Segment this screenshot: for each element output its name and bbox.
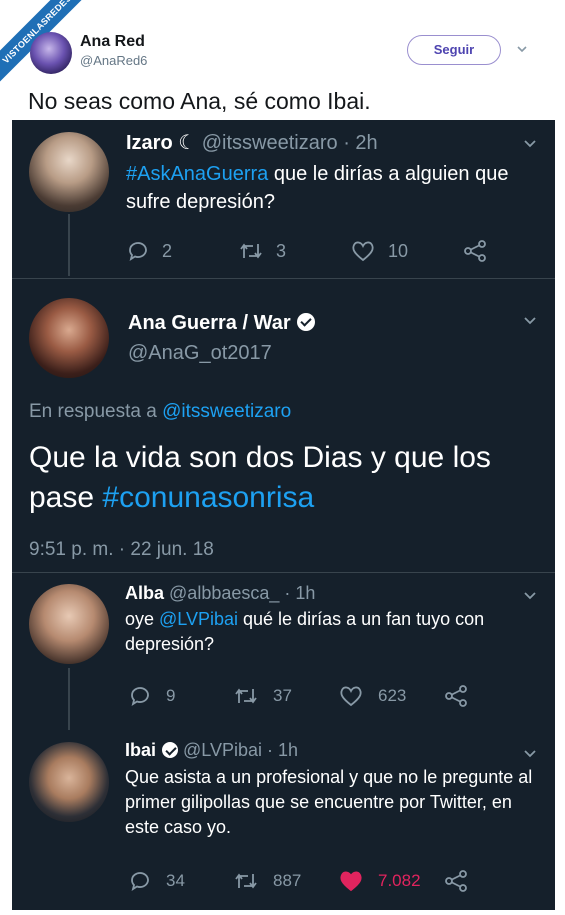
retweet-icon bbox=[235, 688, 257, 704]
timestamp[interactable]: 9:51 p. m. · 22 jun. 18 bbox=[29, 537, 214, 564]
author-handle: @itssweetizaro · 2h bbox=[201, 132, 378, 154]
author-handle: @LVPibai · 1h bbox=[183, 740, 299, 760]
thread-line bbox=[68, 668, 70, 730]
author-name: Ibai bbox=[125, 740, 157, 760]
share-button[interactable] bbox=[462, 238, 488, 264]
avatar[interactable] bbox=[29, 742, 109, 822]
reply-icon bbox=[131, 872, 149, 891]
retweet-count: 3 bbox=[276, 240, 287, 261]
chevron-down-icon[interactable] bbox=[515, 42, 529, 56]
author-name-text: Ana Guerra / War bbox=[128, 312, 291, 334]
divider bbox=[12, 278, 555, 279]
tweet-text: #AskAnaGuerra que le dirías a alguien qu… bbox=[126, 160, 526, 216]
heart-filled-icon bbox=[340, 871, 362, 892]
thread-line bbox=[68, 214, 70, 276]
action-bar: 2 3 10 bbox=[126, 238, 488, 264]
heart-icon bbox=[352, 241, 374, 262]
share-button[interactable] bbox=[443, 683, 469, 709]
author-name: Alba bbox=[125, 583, 165, 603]
share-icon bbox=[445, 685, 467, 707]
tweet-author[interactable]: Izaro ☾ @itssweetizaro · 2h bbox=[126, 130, 378, 155]
action-bar: 9 37 623 bbox=[128, 683, 469, 709]
like-button[interactable]: 623 bbox=[338, 684, 443, 708]
divider bbox=[12, 572, 555, 573]
heart-icon bbox=[340, 686, 362, 707]
like-button[interactable]: 7.082 bbox=[338, 869, 443, 893]
reply-count: 9 bbox=[166, 686, 176, 705]
retweet-button[interactable]: 887 bbox=[233, 869, 338, 893]
author-handle[interactable]: @AnaRed6 bbox=[80, 53, 147, 68]
tweet-text: No seas como Ana, sé como Ibai. bbox=[28, 88, 371, 114]
tweet-text: Que asista a un profesional y que no le … bbox=[125, 767, 533, 838]
tweet-author[interactable]: Ibai @LVPibai · 1h bbox=[125, 740, 298, 761]
chevron-down-icon[interactable] bbox=[522, 136, 538, 152]
reply-button[interactable]: 34 bbox=[128, 869, 233, 893]
chevron-down-icon[interactable] bbox=[522, 746, 538, 762]
mention-link[interactable]: @itssweetizaro bbox=[162, 401, 291, 422]
reply-icon bbox=[131, 687, 149, 706]
verified-badge-icon bbox=[162, 742, 179, 758]
share-icon bbox=[464, 240, 486, 262]
hashtag-link[interactable]: #AskAnaGuerra bbox=[126, 163, 268, 185]
share-button[interactable] bbox=[443, 868, 469, 894]
outer-tweet: VISTOENLASREDES Ana Red @AnaRed6 Seguir … bbox=[0, 0, 565, 915]
mention-link[interactable]: @LVPibai bbox=[159, 609, 238, 629]
like-count: 623 bbox=[378, 686, 407, 705]
share-icon bbox=[445, 870, 467, 892]
author-handle: @albbaesca_ · 1h bbox=[169, 583, 316, 603]
author-name[interactable]: Ana Guerra / War bbox=[128, 312, 315, 335]
like-button[interactable]: 10 bbox=[350, 239, 462, 263]
retweet-button[interactable]: 3 bbox=[238, 239, 350, 263]
author-handle[interactable]: @AnaG_ot2017 bbox=[128, 342, 272, 365]
tweet-text: Que la vida son dos Dias y que los pase … bbox=[29, 438, 549, 517]
chevron-down-icon[interactable] bbox=[522, 313, 538, 329]
reply-button[interactable]: 2 bbox=[126, 239, 238, 263]
retweet-button[interactable]: 37 bbox=[233, 684, 338, 708]
follow-button[interactable]: Seguir bbox=[407, 35, 501, 65]
like-count: 10 bbox=[388, 240, 409, 261]
retweet-count: 887 bbox=[273, 871, 302, 890]
author-name: Izaro ☾ bbox=[126, 132, 197, 154]
avatar[interactable] bbox=[30, 32, 72, 74]
action-bar: 34 887 7.082 bbox=[128, 868, 469, 894]
retweet-icon bbox=[240, 243, 262, 259]
reply-context: En respuesta a @itssweetizaro bbox=[29, 399, 291, 426]
chevron-down-icon[interactable] bbox=[522, 588, 538, 604]
reply-count: 2 bbox=[162, 240, 173, 261]
hashtag-link[interactable]: #conunasonrisa bbox=[102, 481, 314, 514]
tweet-author[interactable]: Alba @albbaesca_ · 1h bbox=[125, 583, 315, 604]
reply-button[interactable]: 9 bbox=[128, 684, 233, 708]
author-name[interactable]: Ana Red bbox=[80, 33, 145, 51]
reply-icon bbox=[129, 242, 147, 261]
avatar[interactable] bbox=[29, 584, 109, 664]
reply-prefix: En respuesta a bbox=[29, 401, 163, 422]
tweet-body: oye bbox=[125, 609, 160, 629]
reply-count: 34 bbox=[166, 871, 185, 890]
tweet-text: oye @LVPibai qué le dirías a un fan tuyo… bbox=[125, 607, 525, 657]
avatar[interactable] bbox=[29, 132, 109, 212]
verified-badge-icon bbox=[296, 313, 315, 331]
like-count: 7.082 bbox=[378, 871, 421, 890]
embedded-screenshot: Izaro ☾ @itssweetizaro · 2h #AskAnaGuerr… bbox=[12, 120, 555, 910]
retweet-count: 37 bbox=[273, 686, 292, 705]
avatar[interactable] bbox=[29, 298, 109, 378]
retweet-icon bbox=[235, 873, 257, 889]
